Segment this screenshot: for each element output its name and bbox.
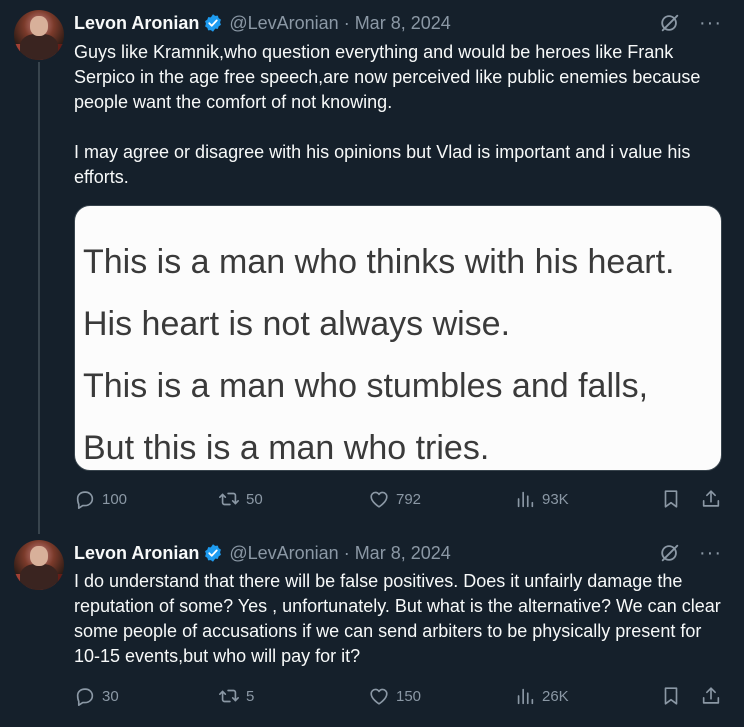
repost-count: 50 (246, 490, 263, 508)
author-name[interactable]: Levon Aronian (74, 13, 199, 34)
heart-icon (370, 688, 388, 705)
like-count: 792 (396, 490, 422, 508)
share-icon (702, 687, 720, 704)
separator-dot: · (343, 542, 350, 563)
author-name[interactable]: Levon Aronian (74, 543, 199, 564)
repost-button[interactable]: 50 (218, 488, 263, 510)
share-icon (702, 490, 720, 507)
verified-badge-icon (205, 544, 222, 562)
views-button[interactable]: 26K (514, 685, 569, 707)
more-options-icon[interactable]: ··· (699, 543, 722, 563)
repost-count: 5 (246, 687, 255, 705)
reply-count: 30 (102, 687, 119, 705)
share-button[interactable] (700, 685, 722, 707)
bookmark-icon (664, 687, 678, 705)
tweet-text: I do understand that there will be false… (74, 571, 726, 666)
repost-button[interactable]: 5 (218, 685, 254, 707)
avatar[interactable] (14, 10, 64, 60)
verified-badge-icon (205, 14, 222, 32)
tweet-text: Guys like Kramnik,who question everythin… (74, 42, 701, 187)
reply-icon (76, 688, 94, 706)
views-count: 26K (542, 687, 569, 705)
tweet-date[interactable]: Mar 8, 2024 (355, 13, 451, 34)
thread-connector-line (38, 62, 40, 534)
author-handle[interactable]: @LevAronian (229, 13, 338, 34)
grok-icon[interactable] (659, 12, 681, 34)
header-actions: ··· (659, 12, 722, 34)
bookmark-button[interactable] (660, 488, 682, 510)
tweet-image[interactable]: This is a man who thinks with his heart.… (74, 205, 722, 471)
views-button[interactable]: 93K (514, 488, 569, 510)
bookmark-icon (664, 490, 678, 508)
image-text-line: His heart is not always wise. (83, 305, 511, 343)
views-icon (517, 688, 534, 705)
reply-button[interactable]: 100 (74, 488, 127, 510)
tweet-date[interactable]: Mar 8, 2024 (355, 543, 451, 564)
views-icon (517, 491, 534, 508)
more-options-icon[interactable]: ··· (699, 13, 722, 33)
image-text-line: This is a man who thinks with his heart. (83, 243, 675, 281)
grok-icon[interactable] (659, 542, 681, 564)
heart-icon (370, 491, 388, 508)
bookmark-button[interactable] (660, 685, 682, 707)
tweet-actions: 100 50 792 93K (74, 488, 724, 512)
repost-icon (219, 492, 239, 506)
views-count: 93K (542, 490, 569, 508)
avatar[interactable] (14, 540, 64, 590)
header-actions: ··· (659, 542, 722, 564)
repost-icon (219, 689, 239, 703)
share-button[interactable] (700, 488, 722, 510)
like-count: 150 (396, 687, 422, 705)
tweet-actions: 30 5 150 26K (74, 685, 724, 709)
reply-icon (76, 491, 94, 509)
tweet-header: Levon Aronian @LevAronian · Mar 8, 2024 (74, 11, 451, 35)
image-text-line: But this is a man who tries. (83, 429, 490, 467)
tweet-header: Levon Aronian @LevAronian · Mar 8, 2024 (74, 541, 451, 565)
image-text-line: This is a man who stumbles and falls, (83, 367, 649, 405)
separator-dot: · (343, 12, 350, 33)
reply-button[interactable]: 30 (74, 685, 119, 707)
author-handle[interactable]: @LevAronian (229, 543, 338, 564)
like-button[interactable]: 150 (368, 685, 421, 707)
reply-count: 100 (102, 490, 128, 508)
like-button[interactable]: 792 (368, 488, 421, 510)
